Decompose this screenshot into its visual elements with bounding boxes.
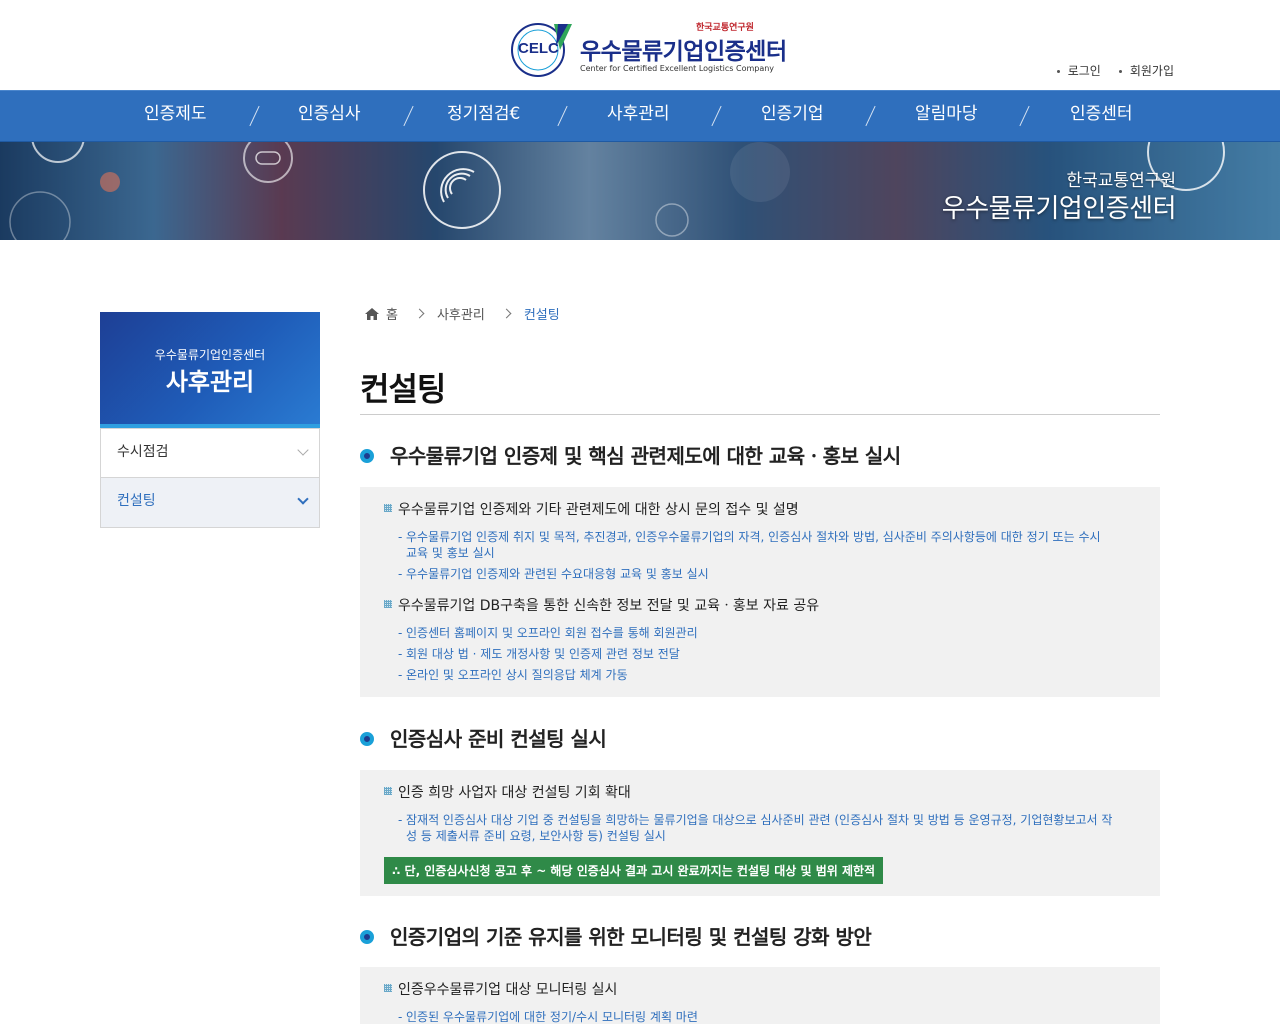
login-link[interactable]: 로그인 — [1056, 62, 1101, 79]
chevron-right-icon — [501, 308, 512, 319]
sub-heading: 인증우수물류기업 대상 모니터링 실시 — [384, 979, 1138, 999]
logo-english-name: Center for Certified Excellent Logistics… — [580, 64, 775, 73]
bullet-dot-icon — [1118, 70, 1122, 73]
square-bullet-icon — [384, 984, 392, 992]
logo-title: 우수물류기업인증센터 — [580, 39, 787, 65]
chevron-down-icon — [297, 493, 309, 505]
gnb-separator — [711, 105, 722, 127]
list-item: 인증된 우수물류기업에 대한 정기/수시 모니터링 계획 마련 — [384, 1009, 1138, 1024]
lnb-header: 우수물류기업인증센터 사후관리 — [100, 312, 320, 428]
lnb-menu: 수시점검 컨설팅 — [100, 428, 320, 528]
utility-links: 로그인 회원가입 — [1056, 62, 1174, 79]
section-title: 인증심사 준비 컨설팅 실시 — [360, 723, 607, 752]
list-item: 잠재적 인증심사 대상 기업 중 컨설팅을 희망하는 물류기업을 대상으로 심사… — [384, 812, 1138, 844]
chevron-right-icon — [414, 308, 425, 319]
square-bullet-icon — [384, 787, 392, 795]
site-header: CELC 한국교통연구원 우수물류기업인증센터 Center for Certi… — [0, 0, 1280, 90]
breadcrumb: 홈 사후관리 컨설팅 — [364, 304, 560, 323]
main-navigation: 인증제도 인증심사 정기점검€ 사후관리 인증기업 알림마당 인증센터 — [0, 90, 1280, 142]
gnb-item-notice-board[interactable]: 알림마당 — [915, 91, 978, 141]
sub-heading: 우수물류기업 DB구축을 통한 신속한 정보 전달 및 교육ㆍ홍보 자료 공유 — [384, 595, 1138, 615]
breadcrumb-current[interactable]: 컨설팅 — [524, 304, 560, 323]
gnb-item-regular-inspection[interactable]: 정기점검€ — [447, 91, 520, 141]
square-bullet-icon — [384, 600, 392, 608]
circle-bullet-icon — [360, 929, 374, 944]
notice-banner: ∴ 단, 인증심사신청 공고 후 ~ 해당 인증심사 결과 고시 완료까지는 컨… — [384, 857, 884, 884]
list-item: 우수물류기업 인증제 취지 및 목적, 추진경과, 인증우수물류기업의 자격, … — [384, 529, 1138, 561]
chevron-down-icon — [297, 444, 309, 456]
sub-visual-banner: 한국교통연구원 우수물류기업인증센터 — [0, 142, 1280, 240]
circle-bullet-icon — [360, 448, 374, 463]
section-title: 우수물류기업 인증제 및 핵심 관련제도에 대한 교육ㆍ홍보 실시 — [360, 440, 901, 469]
list-item: 우수물류기업 인증제와 관련된 수요대응형 교육 및 홍보 실시 — [384, 566, 1138, 582]
section-content-box: 우수물류기업 인증제와 기타 관련제도에 대한 상시 문의 접수 및 설명 우수… — [360, 487, 1160, 697]
gnb-separator — [865, 105, 876, 127]
title-divider — [360, 414, 1160, 415]
section-content-box: 인증우수물류기업 대상 모니터링 실시 인증된 우수물류기업에 대한 정기/수시… — [360, 967, 1160, 1024]
site-logo[interactable]: CELC 한국교통연구원 우수물류기업인증센터 Center for Certi… — [510, 18, 787, 80]
list-item: 회원 대상 법 · 제도 개정사항 및 인증제 관련 정보 전달 — [384, 646, 1138, 662]
lnb-header-subtitle: 우수물류기업인증센터 — [154, 348, 266, 362]
circle-bullet-icon — [360, 731, 374, 746]
sub-heading: 우수물류기업 인증제와 기타 관련제도에 대한 상시 문의 접수 및 설명 — [384, 499, 1138, 519]
home-icon — [365, 307, 379, 320]
list-item: 온라인 및 오프라인 상시 질의응답 체계 가동 — [384, 667, 1138, 683]
section-title: 인증기업의 기준 유지를 위한 모니터링 및 컨설팅 강화 방안 — [360, 921, 872, 950]
gnb-item-certification-center[interactable]: 인증센터 — [1070, 91, 1133, 141]
gnb-item-certification-review[interactable]: 인증심사 — [298, 91, 361, 141]
gnb-separator — [557, 105, 568, 127]
breadcrumb-post-management[interactable]: 사후관리 — [437, 304, 485, 323]
square-bullet-icon — [384, 504, 392, 512]
gnb-separator — [1019, 105, 1030, 127]
lnb-item-adhoc-inspection[interactable]: 수시점검 — [101, 429, 319, 478]
bullet-dot-icon — [1056, 70, 1060, 73]
logo-emblem-text: CELC — [518, 40, 559, 57]
lnb-header-title: 사후관리 — [165, 368, 255, 396]
gnb-separator — [403, 105, 414, 127]
sub-heading: 인증 희망 사업자 대상 컨설팅 기회 확대 — [384, 782, 1138, 802]
gnb-item-post-management[interactable]: 사후관리 — [607, 91, 670, 141]
gnb-separator — [249, 105, 260, 127]
page-title: 컨설팅 — [360, 370, 446, 408]
gnb-item-certification-system[interactable]: 인증제도 — [144, 91, 207, 141]
breadcrumb-home[interactable]: 홈 — [386, 304, 398, 323]
gnb-item-certified-companies[interactable]: 인증기업 — [761, 91, 824, 141]
list-item: 인증센터 홈페이지 및 오프라인 회원 접수를 통해 회원관리 — [384, 625, 1138, 641]
section-content-box: 인증 희망 사업자 대상 컨설팅 기회 확대 잠재적 인증심사 대상 기업 중 … — [360, 770, 1160, 896]
signup-link[interactable]: 회원가입 — [1118, 62, 1174, 79]
visual-title: 우수물류기업인증센터 — [941, 194, 1177, 224]
lnb-item-consulting[interactable]: 컨설팅 — [101, 478, 319, 527]
